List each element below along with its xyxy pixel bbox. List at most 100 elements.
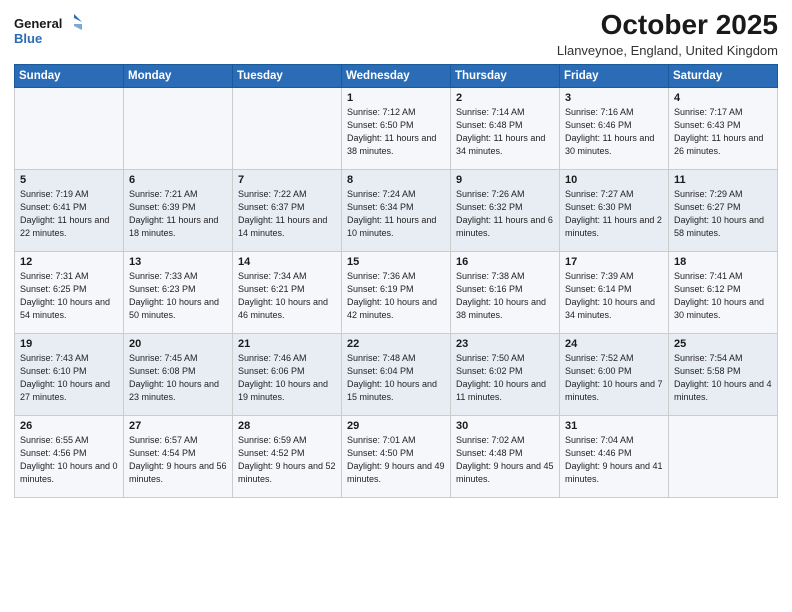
day-number: 11 <box>674 174 772 186</box>
sunset-text: Sunset: 6:46 PM <box>565 120 632 130</box>
table-row <box>15 87 124 169</box>
daylight-text: Daylight: 10 hours and 42 minutes. <box>347 297 437 320</box>
table-row: 12 Sunrise: 7:31 AMSunset: 6:25 PMDayligh… <box>15 251 124 333</box>
day-info: Sunrise: 7:02 AMSunset: 4:48 PMDaylight:… <box>456 434 554 486</box>
day-number: 2 <box>456 92 554 104</box>
day-info: Sunrise: 6:55 AMSunset: 4:56 PMDaylight:… <box>20 434 118 486</box>
day-info: Sunrise: 7:16 AMSunset: 6:46 PMDaylight:… <box>565 106 663 158</box>
sunset-text: Sunset: 4:46 PM <box>565 448 632 458</box>
day-number: 13 <box>129 256 227 268</box>
table-row: 24 Sunrise: 7:52 AMSunset: 6:00 PMDayligh… <box>560 333 669 415</box>
sunset-text: Sunset: 6:10 PM <box>20 366 87 376</box>
table-row: 18 Sunrise: 7:41 AMSunset: 6:12 PMDayligh… <box>669 251 778 333</box>
sunrise-text: Sunrise: 7:27 AM <box>565 189 634 199</box>
daylight-text: Daylight: 11 hours and 22 minutes. <box>20 215 109 238</box>
daylight-text: Daylight: 10 hours and 15 minutes. <box>347 379 437 402</box>
sunset-text: Sunset: 6:19 PM <box>347 284 414 294</box>
table-row <box>233 87 342 169</box>
sunset-text: Sunset: 6:39 PM <box>129 202 196 212</box>
calendar-week-row: 5Sunrise: 7:19 AMSunset: 6:41 PMDaylight… <box>15 169 778 251</box>
calendar-table: Sunday Monday Tuesday Wednesday Thursday… <box>14 64 778 498</box>
day-number: 18 <box>674 256 772 268</box>
daylight-text: Daylight: 10 hours and 27 minutes. <box>20 379 110 402</box>
day-number: 9 <box>456 174 554 186</box>
table-row: 30 Sunrise: 7:02 AMSunset: 4:48 PMDayligh… <box>451 415 560 497</box>
day-info: Sunrise: 7:29 AMSunset: 6:27 PMDaylight:… <box>674 188 772 240</box>
table-row: 6Sunrise: 7:21 AMSunset: 6:39 PMDaylight… <box>124 169 233 251</box>
daylight-text: Daylight: 10 hours and 11 minutes. <box>456 379 546 402</box>
day-info: Sunrise: 7:52 AMSunset: 6:00 PMDaylight:… <box>565 352 663 404</box>
col-saturday: Saturday <box>669 64 778 87</box>
calendar-week-row: 19Sunrise: 7:43 AMSunset: 6:10 PMDayligh… <box>15 333 778 415</box>
sunset-text: Sunset: 6:21 PM <box>238 284 305 294</box>
day-info: Sunrise: 7:31 AMSunset: 6:25 PMDaylight:… <box>20 270 118 322</box>
sunset-text: Sunset: 4:54 PM <box>129 448 196 458</box>
calendar-week-row: 26Sunrise: 6:55 AMSunset: 4:56 PMDayligh… <box>15 415 778 497</box>
sunrise-text: Sunrise: 7:14 AM <box>456 107 525 117</box>
day-number: 16 <box>456 256 554 268</box>
sunrise-text: Sunrise: 7:34 AM <box>238 271 307 281</box>
daylight-text: Daylight: 9 hours and 49 minutes. <box>347 461 445 484</box>
table-row: 22Sunrise: 7:48 AMSunset: 6:04 PMDayligh… <box>342 333 451 415</box>
table-row: 28Sunrise: 6:59 AMSunset: 4:52 PMDayligh… <box>233 415 342 497</box>
table-row: 9 Sunrise: 7:26 AMSunset: 6:32 PMDaylight… <box>451 169 560 251</box>
sunrise-text: Sunrise: 7:24 AM <box>347 189 416 199</box>
table-row: 29 Sunrise: 7:01 AMSunset: 4:50 PMDayligh… <box>342 415 451 497</box>
daylight-text: Daylight: 11 hours and 34 minutes. <box>456 133 545 156</box>
day-number: 31 <box>565 420 663 432</box>
month-title: October 2025 <box>557 10 778 41</box>
day-number: 28 <box>238 420 336 432</box>
sunset-text: Sunset: 4:52 PM <box>238 448 305 458</box>
sunrise-text: Sunrise: 7:48 AM <box>347 353 416 363</box>
day-info: Sunrise: 7:26 AMSunset: 6:32 PMDaylight:… <box>456 188 554 240</box>
daylight-text: Daylight: 9 hours and 56 minutes. <box>129 461 227 484</box>
sunset-text: Sunset: 6:37 PM <box>238 202 305 212</box>
daylight-text: Daylight: 11 hours and 10 minutes. <box>347 215 436 238</box>
daylight-text: Daylight: 10 hours and 0 minutes. <box>20 461 118 484</box>
day-info: Sunrise: 7:41 AMSunset: 6:12 PMDaylight:… <box>674 270 772 322</box>
sunset-text: Sunset: 6:14 PM <box>565 284 632 294</box>
day-info: Sunrise: 7:50 AMSunset: 6:02 PMDaylight:… <box>456 352 554 404</box>
col-monday: Monday <box>124 64 233 87</box>
sunset-text: Sunset: 6:50 PM <box>347 120 414 130</box>
page: General Blue October 2025 Llanveynoe, En… <box>0 0 792 612</box>
day-number: 30 <box>456 420 554 432</box>
table-row: 8Sunrise: 7:24 AMSunset: 6:34 PMDaylight… <box>342 169 451 251</box>
daylight-text: Daylight: 11 hours and 30 minutes. <box>565 133 654 156</box>
day-info: Sunrise: 7:36 AM Sunset: 6:19 PM Daylight:… <box>347 270 445 322</box>
sunrise-text: Sunrise: 7:43 AM <box>20 353 89 363</box>
day-number: 12 <box>20 256 118 268</box>
sunrise-text: Sunrise: 7:04 AM <box>565 435 634 445</box>
day-info: Sunrise: 7:01 AMSunset: 4:50 PMDaylight:… <box>347 434 445 486</box>
sunset-text: Sunset: 6:41 PM <box>20 202 87 212</box>
table-row: 11 Sunrise: 7:29 AMSunset: 6:27 PMDayligh… <box>669 169 778 251</box>
sunrise-text: Sunrise: 7:52 AM <box>565 353 634 363</box>
sunset-text: Sunset: 6:02 PM <box>456 366 523 376</box>
table-row: 23Sunrise: 7:50 AMSunset: 6:02 PMDayligh… <box>451 333 560 415</box>
daylight-text: Daylight: 10 hours and 50 minutes. <box>129 297 219 320</box>
sunset-text: Sunset: 6:34 PM <box>347 202 414 212</box>
day-number: 6 <box>129 174 227 186</box>
table-row: 7Sunrise: 7:22 AMSunset: 6:37 PMDaylight… <box>233 169 342 251</box>
sunrise-text: Sunrise: 7:36 AM <box>347 271 416 281</box>
calendar-week-row: 1Sunrise: 7:12 AMSunset: 6:50 PMDaylight… <box>15 87 778 169</box>
logo: General Blue <box>14 10 84 50</box>
sunrise-text: Sunrise: 7:31 AM <box>20 271 89 281</box>
day-number: 1 <box>347 92 445 104</box>
header: General Blue October 2025 Llanveynoe, En… <box>14 10 778 58</box>
day-info: Sunrise: 7:24 AM Sunset: 6:34 PM Daylight:… <box>347 188 445 240</box>
sunrise-text: Sunrise: 7:33 AM <box>129 271 198 281</box>
day-info: Sunrise: 7:38 AMSunset: 6:16 PMDaylight:… <box>456 270 554 322</box>
sunset-text: Sunset: 5:58 PM <box>674 366 741 376</box>
table-row: 14Sunrise: 7:34 AMSunset: 6:21 PMDayligh… <box>233 251 342 333</box>
day-info: Sunrise: 7:22 AMSunset: 6:37 PMDaylight:… <box>238 188 336 240</box>
daylight-text: Daylight: 9 hours and 45 minutes. <box>456 461 554 484</box>
day-number: 29 <box>347 420 445 432</box>
day-number: 4 <box>674 92 772 104</box>
day-number: 24 <box>565 338 663 350</box>
col-sunday: Sunday <box>15 64 124 87</box>
day-number: 25 <box>674 338 772 350</box>
daylight-text: Daylight: 10 hours and 38 minutes. <box>456 297 546 320</box>
sunset-text: Sunset: 6:48 PM <box>456 120 523 130</box>
table-row: 3Sunrise: 7:16 AMSunset: 6:46 PMDaylight… <box>560 87 669 169</box>
